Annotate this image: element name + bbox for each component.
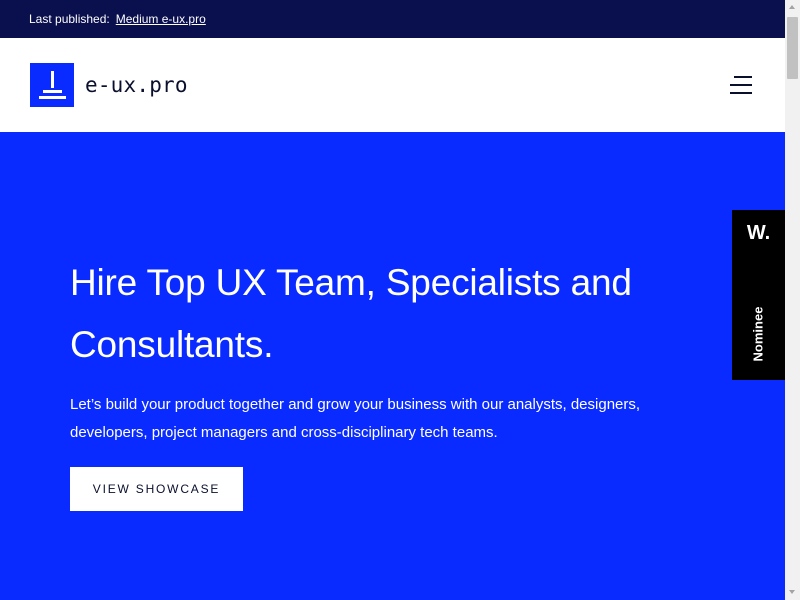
scrollbar-thumb[interactable] (787, 17, 798, 79)
scroll-up-arrow-icon[interactable] (785, 0, 800, 15)
page-scrollbar[interactable] (785, 0, 800, 600)
hero-section: Hire Top UX Team, Specialists and Consul… (0, 132, 785, 600)
awwwards-logo-icon: W. (746, 222, 771, 244)
hero-title: Hire Top UX Team, Specialists and Consul… (70, 262, 632, 365)
awwwards-nominee-badge[interactable]: W. Nominee (732, 210, 785, 380)
scroll-down-arrow-icon[interactable] (785, 585, 800, 600)
site-header: e-ux.pro (0, 38, 785, 132)
announcement-bar: Last published: Medium e-ux.pro (0, 0, 785, 38)
nominee-label: Nominee (750, 306, 766, 362)
logo-text: e-ux.pro (85, 73, 188, 97)
medium-link[interactable]: Medium e-ux.pro (116, 12, 206, 26)
last-published-label: Last published: (29, 12, 110, 26)
view-showcase-button[interactable]: VIEW SHOWCASE (70, 467, 243, 511)
hamburger-menu-icon[interactable] (730, 75, 756, 95)
site-logo[interactable]: e-ux.pro (30, 63, 188, 107)
logo-mark-icon (30, 63, 74, 107)
hero-description: Let’s build your product together and gr… (70, 396, 641, 441)
